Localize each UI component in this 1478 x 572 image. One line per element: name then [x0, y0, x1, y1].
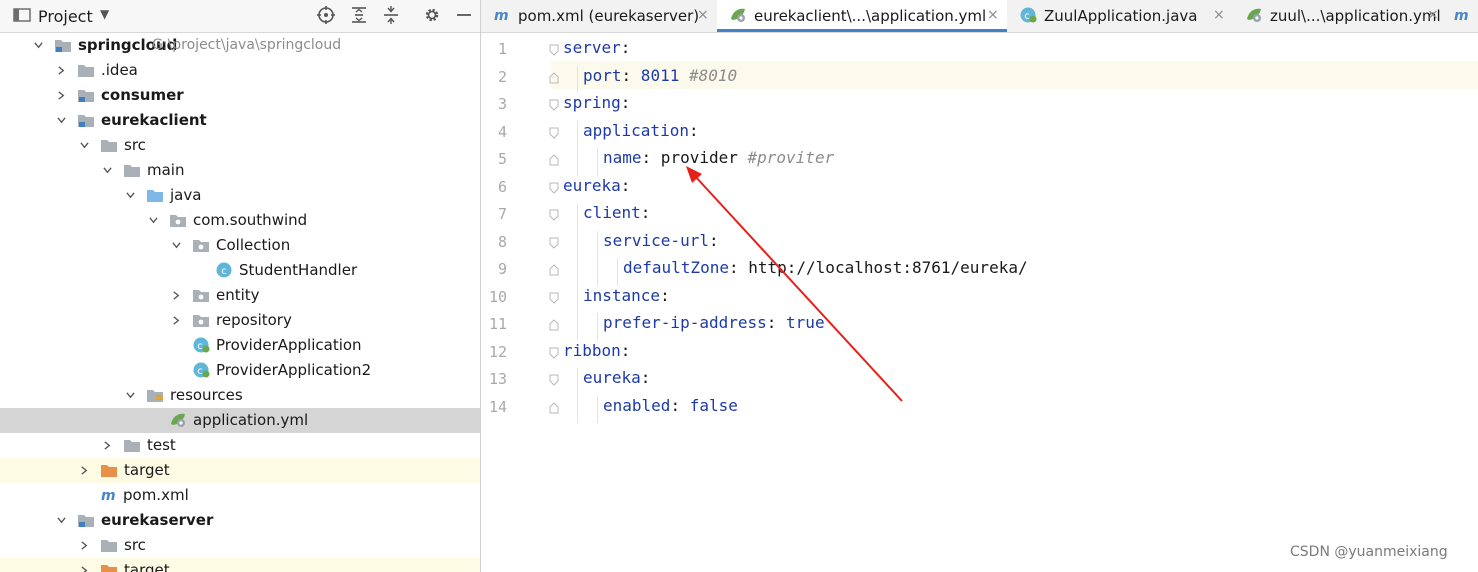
annotation-arrow-line: [693, 174, 903, 402]
watermark-text: CSDN @yuanmeixiang: [1290, 544, 1448, 560]
annotation-arrow: [686, 166, 903, 402]
ide-window: Project ▼ springcloud G:\project\java\spr…: [0, 0, 1478, 572]
